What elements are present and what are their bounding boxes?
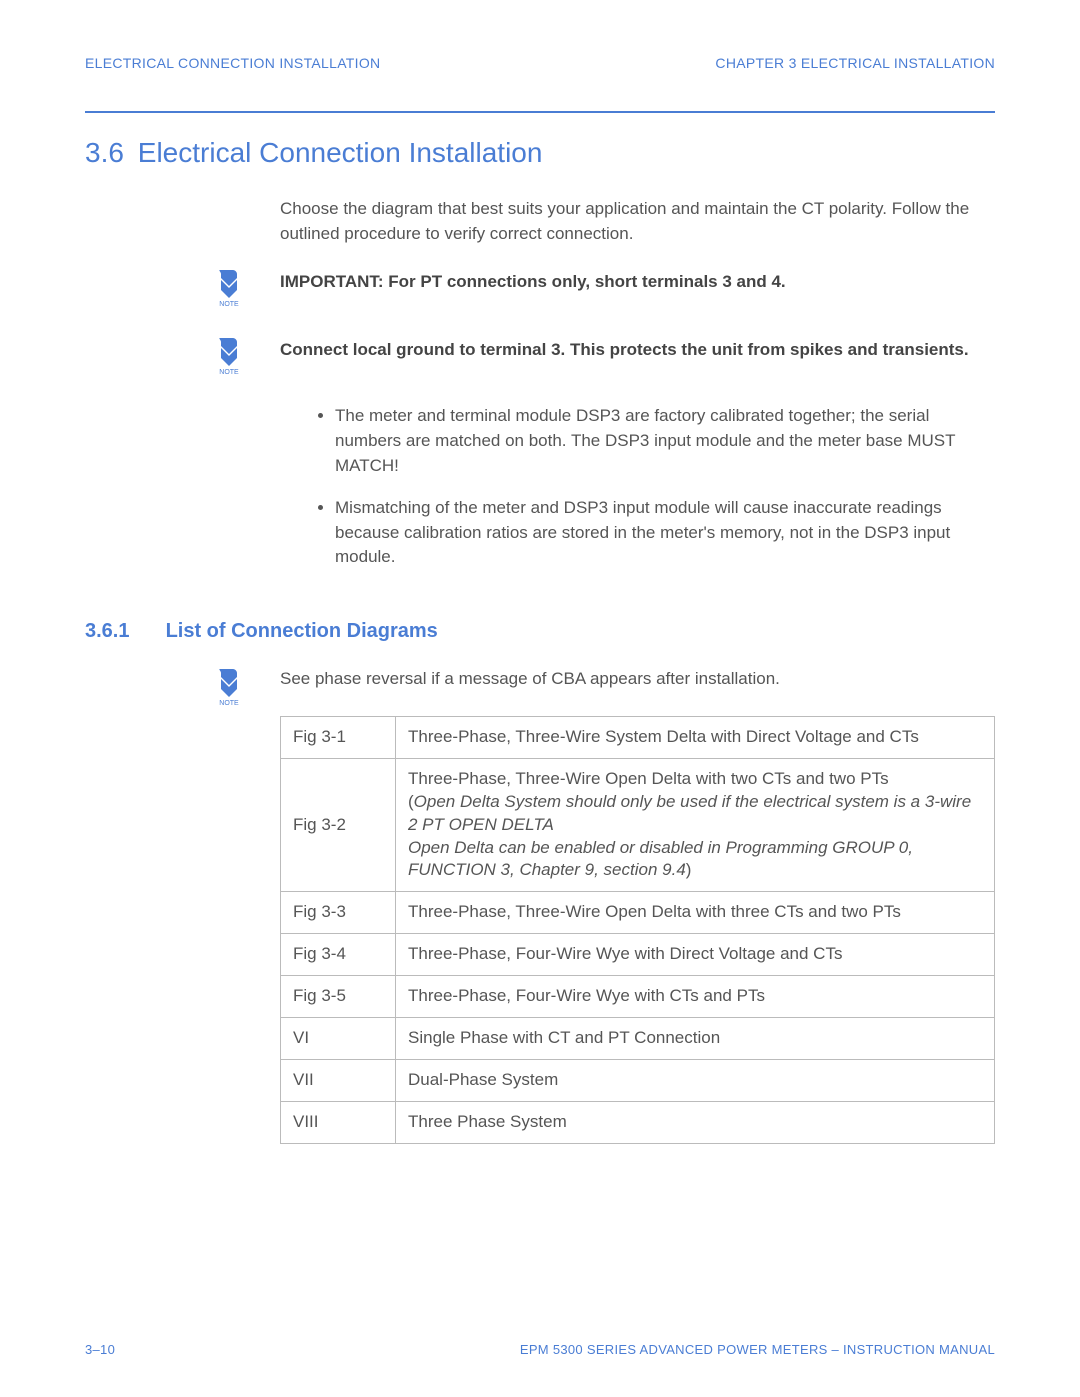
page-header: ELECTRICAL CONNECTION INSTALLATION CHAPT… (85, 55, 995, 71)
header-right: CHAPTER 3 ELECTRICAL INSTALLATION (715, 55, 995, 71)
page-number: 3–10 (85, 1342, 115, 1357)
table-row: VIII Three Phase System (281, 1102, 995, 1144)
fig-id: Fig 3-1 (281, 716, 396, 758)
fig-desc: Three-Phase, Three-Wire Open Delta with … (396, 758, 995, 892)
table-row: VI Single Phase with CT and PT Connectio… (281, 1018, 995, 1060)
table-row: Fig 3-1 Three-Phase, Three-Wire System D… (281, 716, 995, 758)
table-row: Fig 3-2 Three-Phase, Three-Wire Open Del… (281, 758, 995, 892)
footer-doc-title: EPM 5300 SERIES ADVANCED POWER METERS – … (520, 1342, 995, 1357)
fig-desc: Single Phase with CT and PT Connection (396, 1018, 995, 1060)
table-row: Fig 3-5 Three-Phase, Four-Wire Wye with … (281, 976, 995, 1018)
svg-text:NOTE: NOTE (219, 301, 239, 308)
connection-diagram-table: Fig 3-1 Three-Phase, Three-Wire System D… (280, 716, 995, 1144)
fig-desc: Three-Phase, Four-Wire Wye with CTs and … (396, 976, 995, 1018)
note-icon: NOTE (85, 268, 280, 308)
fig-id: Fig 3-4 (281, 934, 396, 976)
important-note-1: IMPORTANT: For PT connections only, shor… (280, 268, 995, 294)
fig-id: VI (281, 1018, 396, 1060)
fig-desc: Three-Phase, Four-Wire Wye with Direct V… (396, 934, 995, 976)
fig-id: VII (281, 1060, 396, 1102)
subsection-number: 3.6.1 (85, 620, 160, 643)
section-heading: 3.6 Electrical Connection Installation (85, 137, 995, 169)
important-note-2: Connect local ground to terminal 3. This… (280, 336, 995, 362)
fig-desc: Dual-Phase System (396, 1060, 995, 1102)
divider (85, 111, 995, 113)
table-row: VII Dual-Phase System (281, 1060, 995, 1102)
svg-text:NOTE: NOTE (219, 700, 239, 707)
header-left: ELECTRICAL CONNECTION INSTALLATION (85, 55, 380, 71)
bullet-list: The meter and terminal module DSP3 are f… (280, 404, 995, 570)
note-icon: NOTE (85, 667, 280, 712)
subsection-note: See phase reversal if a message of CBA a… (280, 667, 995, 692)
fig-id: Fig 3-3 (281, 892, 396, 934)
table-row: Fig 3-3 Three-Phase, Three-Wire Open Del… (281, 892, 995, 934)
bullet-item: Mismatching of the meter and DSP3 input … (335, 496, 995, 570)
bullet-item: The meter and terminal module DSP3 are f… (335, 404, 995, 478)
subsection-title-text: List of Connection Diagrams (166, 620, 438, 642)
fig-id: Fig 3-5 (281, 976, 396, 1018)
fig-id: VIII (281, 1102, 396, 1144)
table-row: Fig 3-4 Three-Phase, Four-Wire Wye with … (281, 934, 995, 976)
section-number: 3.6 (85, 137, 130, 169)
svg-text:NOTE: NOTE (219, 369, 239, 376)
fig-desc: Three Phase System (396, 1102, 995, 1144)
fig-desc: Three-Phase, Three-Wire System Delta wit… (396, 716, 995, 758)
fig-id: Fig 3-2 (281, 758, 396, 892)
subsection-heading: 3.6.1 List of Connection Diagrams (85, 620, 995, 643)
intro-paragraph: Choose the diagram that best suits your … (280, 197, 995, 246)
note-icon: NOTE (85, 336, 280, 376)
fig-desc: Three-Phase, Three-Wire Open Delta with … (396, 892, 995, 934)
section-title-text: Electrical Connection Installation (138, 137, 543, 168)
page-footer: 3–10 EPM 5300 SERIES ADVANCED POWER METE… (85, 1342, 995, 1357)
